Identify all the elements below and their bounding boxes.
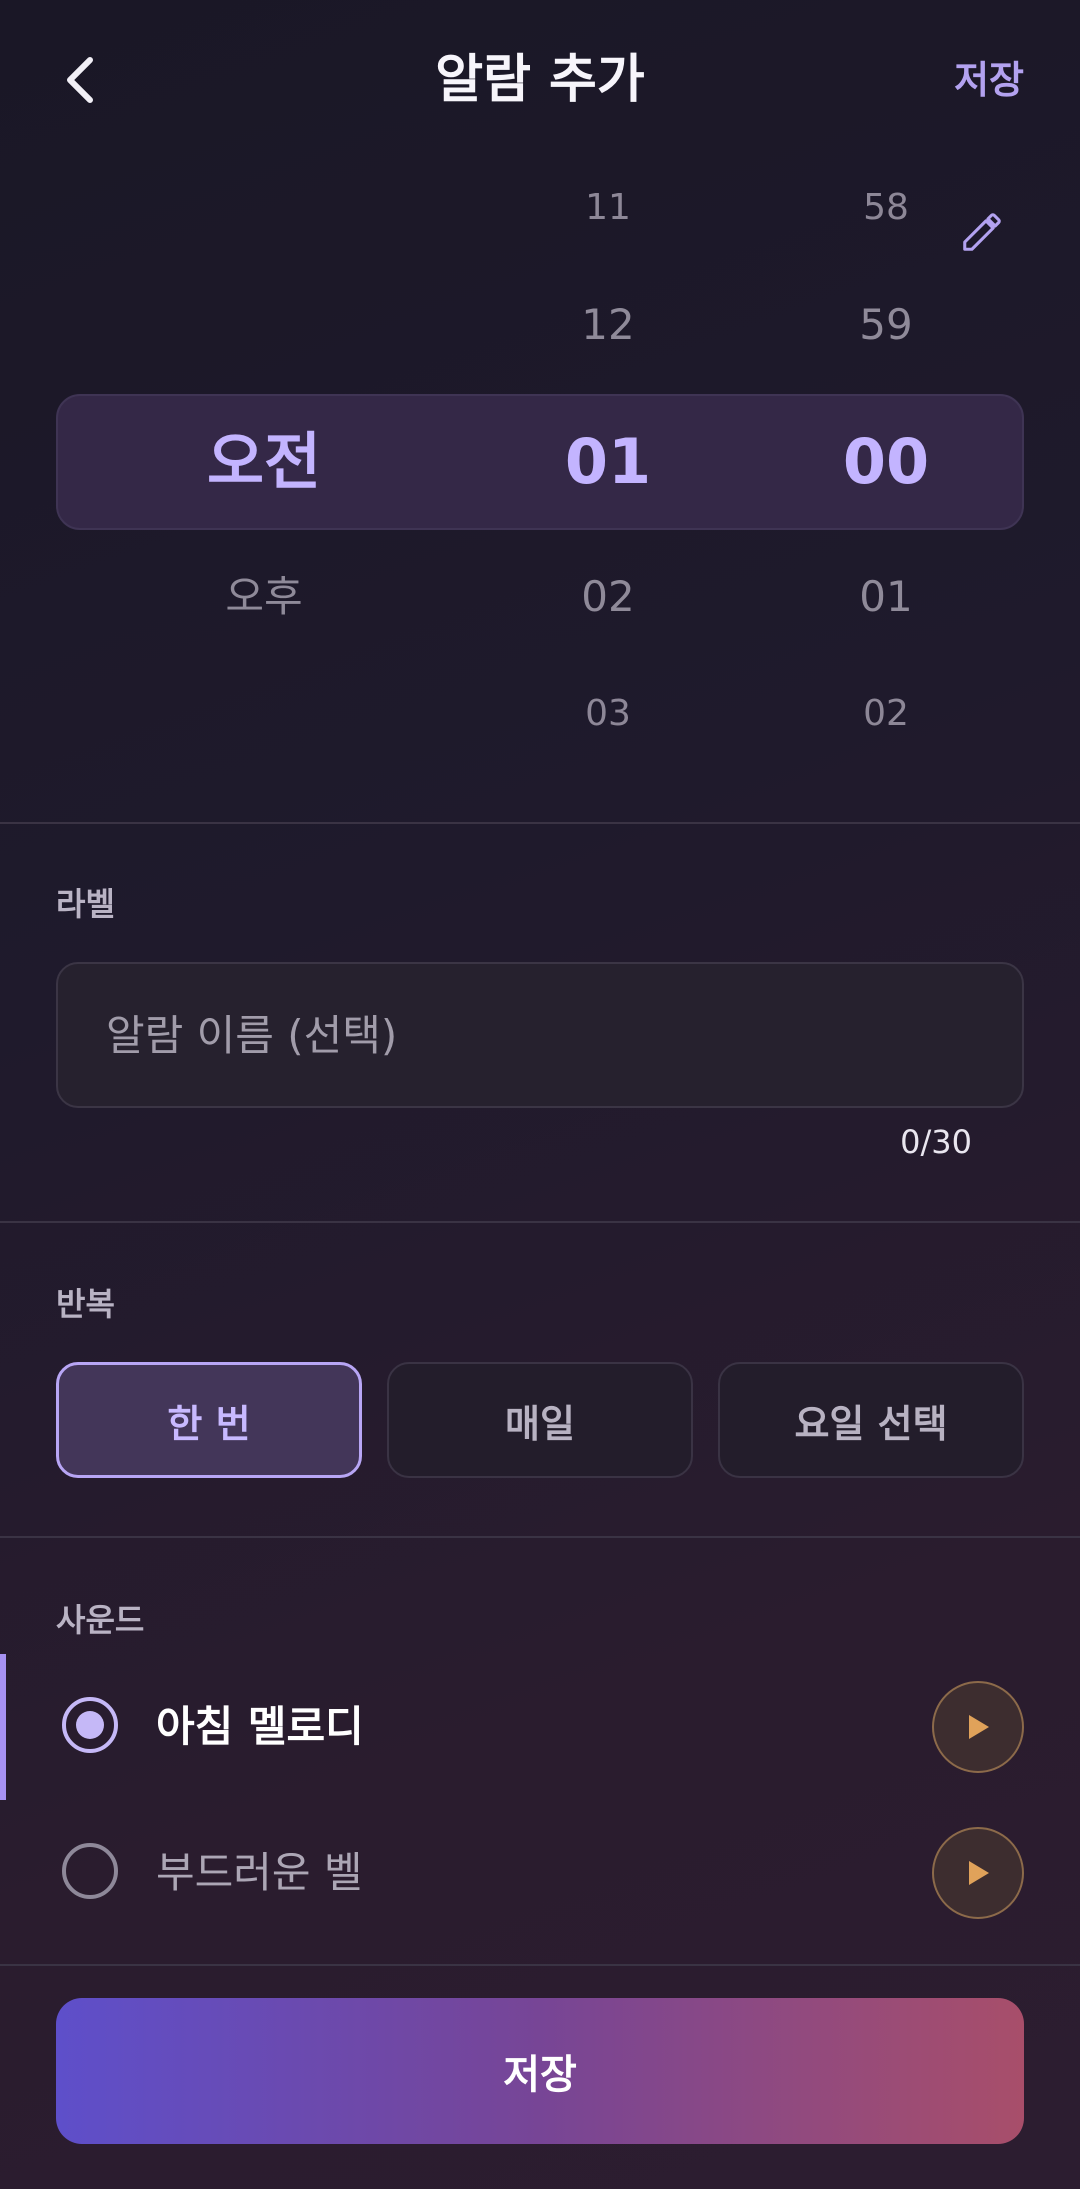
play-icon [969,1861,989,1885]
hour-selected: 01 [564,425,652,498]
divider [0,822,1080,824]
minute-option[interactable]: 59 [756,290,1016,360]
play-preview-button[interactable] [932,1827,1024,1919]
minute-wheel[interactable]: 58 59 00 01 02 [756,170,1016,790]
header-save-button[interactable]: 저장 [954,44,1024,116]
ampm-option[interactable]: 오후 [134,562,394,632]
divider [0,1536,1080,1538]
repeat-daily-button[interactable]: 매일 [387,1362,693,1478]
divider [0,1221,1080,1223]
minute-option[interactable]: 01 [756,562,1016,632]
label-char-counter: 0/30 [900,1123,972,1161]
minute-option[interactable]: 02 [756,684,1016,744]
save-button[interactable]: 저장 [56,1998,1024,2144]
sound-item-soft-bell[interactable]: 부드러운 벨 [0,1800,1080,1946]
ampm-selected: 오전 [206,425,322,498]
hour-option[interactable]: 03 [478,684,738,744]
label-section-title: 라벨 [56,885,115,923]
hour-wheel[interactable]: 11 12 01 02 03 [478,170,738,790]
play-icon [969,1715,989,1739]
divider [0,1964,1080,1966]
sound-item-morning-melody[interactable]: 아침 멜로디 [0,1654,1080,1800]
sound-name: 부드러운 벨 [156,1848,363,1897]
selected-indicator [0,1654,6,1800]
repeat-weekday-button[interactable]: 요일 선택 [718,1362,1024,1478]
repeat-section-title: 반복 [56,1285,115,1323]
sound-section-title: 사운드 [56,1601,145,1639]
hour-option[interactable]: 11 [478,178,738,238]
play-preview-button[interactable] [932,1681,1024,1773]
sound-name: 아침 멜로디 [156,1702,364,1751]
hour-option[interactable]: 02 [478,562,738,632]
label-input-container [56,962,1024,1108]
ampm-wheel[interactable]: 오전 오후 [134,170,394,790]
hour-option[interactable]: 12 [478,290,738,360]
sound-radio[interactable] [62,1843,118,1899]
page-title: 알람 추가 [435,50,645,110]
minute-selected: 00 [842,425,930,498]
sound-radio-selected[interactable] [62,1697,118,1753]
repeat-once-button[interactable]: 한 번 [56,1362,362,1478]
alarm-label-input[interactable] [106,1010,974,1060]
minute-option[interactable]: 58 [756,178,1016,238]
